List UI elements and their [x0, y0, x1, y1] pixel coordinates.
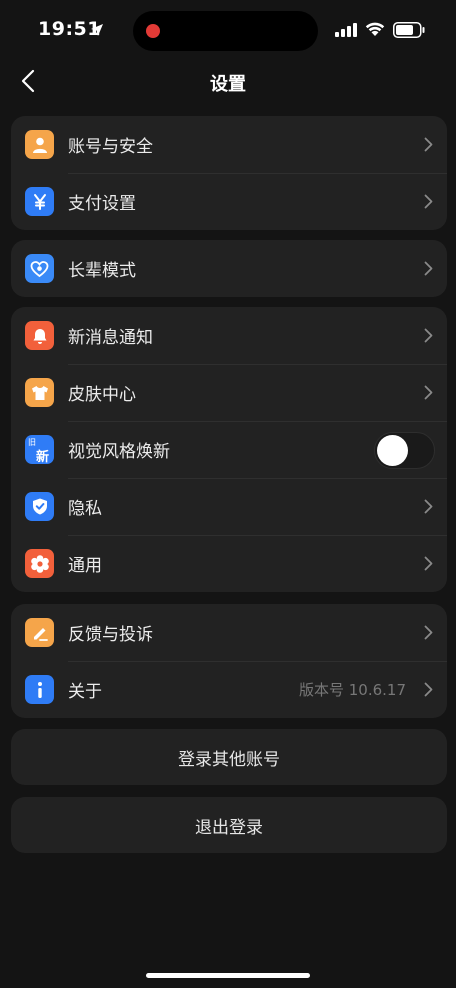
yen-icon	[25, 187, 54, 216]
row-label: 长辈模式	[68, 261, 136, 281]
status-bar: 19:51	[0, 0, 456, 62]
chevron-right-icon	[424, 625, 433, 640]
chevron-right-icon	[424, 385, 433, 400]
bell-icon	[25, 321, 54, 350]
logout-button[interactable]: 退出登录	[11, 797, 447, 853]
row-label: 账号与安全	[68, 137, 153, 157]
chevron-right-icon	[424, 194, 433, 209]
chevron-right-icon	[424, 499, 433, 514]
recording-indicator-icon	[146, 24, 160, 38]
row-about[interactable]: 关于 版本号 10.6.17	[11, 661, 447, 718]
person-icon	[25, 130, 54, 159]
chevron-right-icon	[424, 328, 433, 343]
shirt-icon	[25, 378, 54, 407]
support-group: 反馈与投诉 关于 版本号 10.6.17	[11, 604, 447, 718]
switch-account-button[interactable]: 登录其他账号	[11, 729, 447, 785]
chevron-right-icon	[424, 137, 433, 152]
wifi-icon	[365, 22, 385, 36]
location-arrow-icon	[91, 24, 103, 36]
chevron-right-icon	[424, 682, 433, 697]
cellular-signal-icon	[335, 23, 357, 37]
new-badge: 新	[36, 450, 50, 465]
battery-icon	[393, 22, 425, 38]
elder-mode-group: 长辈模式	[11, 240, 447, 297]
gear-icon	[25, 549, 54, 578]
row-feedback[interactable]: 反馈与投诉	[11, 604, 447, 661]
general-settings-group: 新消息通知 皮肤中心 旧 新 视觉风格焕新 隐私 通用	[11, 307, 447, 592]
row-payment-settings[interactable]: 支付设置	[11, 173, 447, 230]
chevron-right-icon	[424, 556, 433, 571]
dynamic-island	[133, 11, 318, 51]
toggle-knob	[377, 435, 408, 466]
renew-icon: 旧 新	[25, 435, 54, 465]
row-skin-center[interactable]: 皮肤中心	[11, 364, 447, 421]
row-label: 视觉风格焕新	[68, 442, 170, 462]
row-general[interactable]: 通用	[11, 535, 447, 592]
info-icon	[25, 675, 54, 704]
home-indicator	[146, 973, 310, 978]
row-label: 皮肤中心	[68, 385, 136, 405]
version-number: 版本号 10.6.17	[298, 681, 406, 699]
chevron-right-icon	[424, 261, 433, 276]
old-badge: 旧	[28, 438, 36, 447]
row-label: 新消息通知	[68, 328, 153, 348]
row-label: 支付设置	[68, 194, 136, 214]
shield-icon	[25, 492, 54, 521]
row-notifications[interactable]: 新消息通知	[11, 307, 447, 364]
row-label: 关于	[68, 682, 102, 702]
visual-style-toggle[interactable]	[374, 432, 435, 469]
pen-icon	[25, 618, 54, 647]
row-visual-style-refresh: 旧 新 视觉风格焕新	[11, 421, 447, 478]
account-settings-group: 账号与安全 支付设置	[11, 116, 447, 230]
row-privacy[interactable]: 隐私	[11, 478, 447, 535]
page-title: 设置	[210, 74, 246, 95]
row-label: 隐私	[68, 499, 102, 519]
row-label: 反馈与投诉	[68, 625, 153, 645]
row-label: 通用	[68, 556, 102, 576]
row-account-security[interactable]: 账号与安全	[11, 116, 447, 173]
row-elder-mode[interactable]: 长辈模式	[11, 240, 447, 297]
heart-icon	[25, 254, 54, 283]
